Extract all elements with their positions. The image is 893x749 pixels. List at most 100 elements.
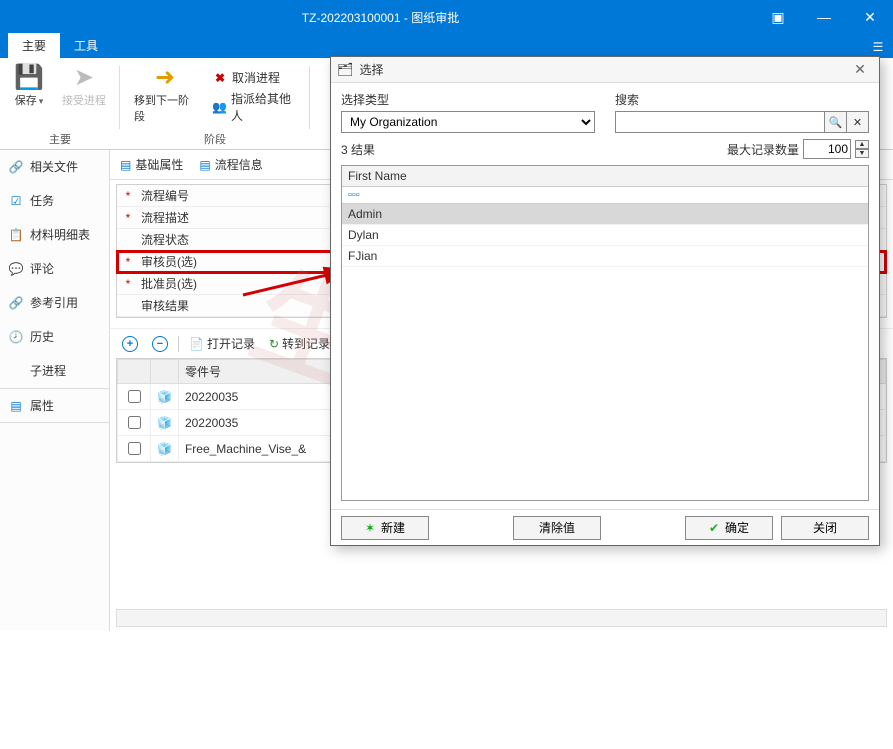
horizontal-scrollbar[interactable] [116, 609, 887, 627]
file-icon: 🧊 [151, 436, 179, 462]
results-count: 3 结果 [341, 141, 375, 158]
next-stage-button[interactable]: ➜ 移到下一阶段 [128, 64, 202, 126]
result-item-admin[interactable]: Admin [342, 204, 868, 225]
cancel-icon: ✖ [212, 71, 228, 85]
ribbon-tab-strip: 主要 工具 ☰ [0, 34, 893, 58]
sidebar-item-label: 任务 [30, 192, 54, 209]
clear-button-label: 清除值 [539, 519, 575, 536]
sidebar-item-comments[interactable]: 💬 评论 [0, 252, 109, 286]
results-filter-row[interactable]: ▫▫▫ [342, 187, 868, 204]
spin-up[interactable]: ▲ [855, 140, 869, 149]
goto-icon: ↻ [269, 337, 279, 351]
sidebar-item-subprocess[interactable]: 子进程 [0, 354, 109, 388]
arrow-right-icon: ➜ [155, 66, 175, 90]
search-label: 搜索 [615, 91, 869, 108]
comment-icon: 💬 [8, 262, 24, 276]
assign-others-label: 指派给其他人 [231, 90, 298, 124]
inner-tab-label: 流程信息 [215, 156, 263, 173]
sidebar-item-properties[interactable]: ▤属性 [0, 388, 109, 423]
next-stage-label: 移到下一阶段 [134, 92, 196, 124]
save-icon: 💾 [14, 66, 44, 90]
search-input[interactable] [615, 111, 825, 133]
add-row-button[interactable]: + [118, 334, 142, 354]
new-button[interactable]: ✶新建 [341, 516, 429, 540]
list-icon: 📋 [8, 228, 24, 242]
dialog-title: 选择 [360, 61, 384, 78]
sidebar-item-label: 子进程 [30, 362, 66, 379]
window-restore-icon[interactable]: ▣ [755, 0, 801, 34]
type-select[interactable]: My Organization [341, 111, 595, 133]
assign-others-button[interactable]: 👥 指派给其他人 [208, 89, 302, 125]
assign-icon: 👥 [212, 100, 227, 114]
clear-value-button[interactable]: 清除值 [513, 516, 601, 540]
inner-tab-basic[interactable]: ▤基础属性 [120, 156, 183, 173]
clear-search-button[interactable]: ✕ [847, 111, 869, 133]
goto-record-button[interactable]: ↻转到记录 [265, 333, 334, 354]
max-records-label: 最大记录数量 [727, 141, 799, 158]
result-item-fjian[interactable]: FJian [342, 246, 868, 267]
ref-icon: 🔗 [8, 296, 24, 310]
result-item-dylan[interactable]: Dylan [342, 225, 868, 246]
sidebar-item-tasks[interactable]: ☑ 任务 [0, 184, 109, 218]
window-titlebar: TZ-202203100001 - 图纸审批 ▣ — ✕ [0, 0, 893, 34]
inner-tab-label: 基础属性 [135, 156, 183, 173]
save-label: 保存 [15, 92, 44, 108]
search-button[interactable]: 🔍 [825, 111, 847, 133]
remove-row-button[interactable]: − [148, 334, 172, 354]
save-button[interactable]: 💾 保存 [8, 64, 50, 110]
ribbon-group-main-label: 主要 [0, 131, 120, 147]
file-icon: 🧊 [151, 384, 179, 410]
accept-label: 接受进程 [62, 92, 106, 108]
row-checkbox[interactable] [128, 416, 141, 429]
ribbon-group-stage-label: 阶段 [120, 131, 310, 147]
open-icon: 📄 [189, 337, 204, 351]
file-icon: 🧊 [151, 410, 179, 436]
open-record-button[interactable]: 📄打开记录 [185, 333, 259, 354]
results-list: First Name ▫▫▫ Admin Dylan FJian [341, 165, 869, 501]
ok-button[interactable]: ✔ 确定 [685, 516, 773, 540]
inner-tab-flowinfo[interactable]: ▤ 流程信息 [199, 156, 262, 173]
select-dialog: 🗂 选择 ✕ 选择类型 My Organization 搜索 🔍 ✕ [330, 56, 880, 546]
ok-button-label: 确定 [725, 519, 749, 536]
dialog-icon: 🗂 [337, 62, 354, 78]
row-checkbox[interactable] [128, 390, 141, 403]
dialog-close-button[interactable]: ✕ [847, 61, 873, 78]
ribbon-tab-tools[interactable]: 工具 [60, 33, 112, 58]
sidebar-item-history[interactable]: 🕗 历史 [0, 320, 109, 354]
row-checkbox[interactable] [128, 442, 141, 455]
window-close-icon[interactable]: ✕ [847, 0, 893, 34]
ribbon-tab-main[interactable]: 主要 [8, 33, 60, 58]
grid-header-icon [151, 360, 179, 384]
clock-icon: 🕗 [8, 330, 24, 344]
type-label: 选择类型 [341, 91, 595, 108]
results-header-firstname[interactable]: First Name [342, 166, 868, 187]
left-sidebar: 🔗 相关文件 ☑ 任务 📋 材料明细表 💬 评论 🔗参考引用 🕗 历史 子进程 ▤属性 [0, 150, 110, 631]
grid-header-checkbox[interactable] [118, 360, 151, 384]
cancel-process-label: 取消进程 [232, 69, 280, 86]
check-icon: ✔ [709, 521, 719, 535]
cancel-process-button[interactable]: ✖ 取消进程 [208, 68, 302, 87]
close-button[interactable]: 关闭 [781, 516, 869, 540]
link-icon: 🔗 [8, 160, 24, 174]
sidebar-item-bom[interactable]: 📋 材料明细表 [0, 218, 109, 252]
sidebar-item-label: 历史 [30, 328, 54, 345]
check-icon: ☑ [8, 194, 24, 208]
new-button-label: 新建 [381, 519, 405, 536]
window-title: TZ-202203100001 - 图纸审批 [6, 9, 755, 26]
open-record-label: 打开记录 [207, 335, 255, 352]
plus-icon: + [122, 336, 138, 352]
window-minimize-icon[interactable]: — [801, 0, 847, 34]
close-button-label: 关闭 [813, 519, 837, 536]
sidebar-item-label: 材料明细表 [30, 226, 90, 243]
sidebar-item-label: 评论 [30, 260, 54, 277]
accept-process-button[interactable]: ➤ 接受进程 [56, 64, 112, 110]
sidebar-item-label: 相关文件 [30, 158, 78, 175]
accept-icon: ➤ [74, 66, 94, 90]
sidebar-item-label: 属性 [30, 397, 54, 414]
tab-icon: ▤ [199, 158, 210, 172]
sidebar-item-related-files[interactable]: 🔗 相关文件 [0, 150, 109, 184]
max-records-input[interactable] [803, 139, 851, 159]
sidebar-item-references[interactable]: 🔗参考引用 [0, 286, 109, 320]
ribbon-collapse-icon[interactable]: ☰ [863, 36, 893, 58]
spin-down[interactable]: ▼ [855, 149, 869, 158]
